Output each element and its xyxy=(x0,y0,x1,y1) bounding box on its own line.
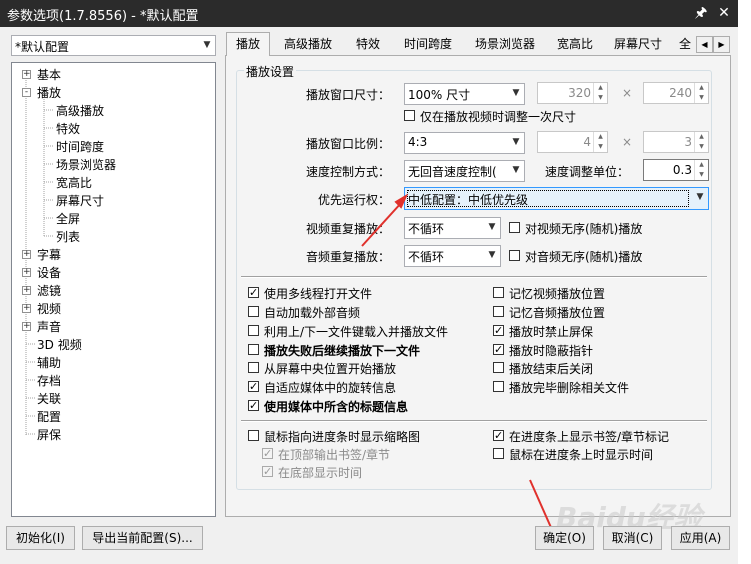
cancel-button[interactable]: 取消(C) xyxy=(603,526,662,550)
options-dialog: 参数选项(1.7.8556) - *默认配置 🖈 ✕ *默认配置 ▼ + 基本 … xyxy=(0,0,738,564)
export-config-button[interactable]: 导出当前配置(S)... xyxy=(82,526,203,550)
ok-button[interactable]: 确定(O) xyxy=(535,526,594,550)
annotation-arrows xyxy=(361,193,557,542)
init-button[interactable]: 初始化(I) xyxy=(6,526,75,550)
apply-button[interactable]: 应用(A) xyxy=(671,526,730,550)
background-strip xyxy=(738,0,751,564)
